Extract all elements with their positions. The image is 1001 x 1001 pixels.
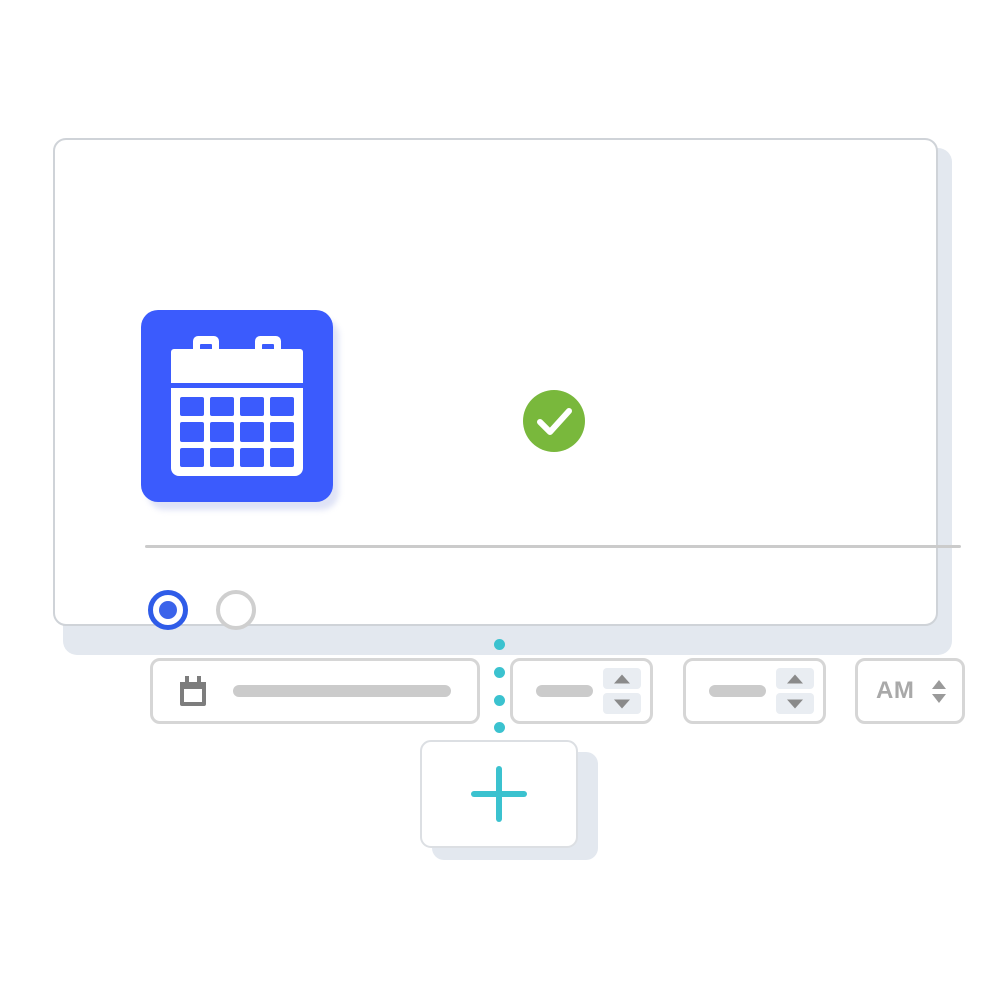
hour-placeholder [536, 685, 593, 697]
calendar-day-cell [210, 422, 234, 442]
plus-icon [471, 766, 527, 822]
calendar-glyph [171, 336, 303, 476]
calendar-day-cell [240, 422, 264, 442]
chevron-up-icon [614, 674, 630, 683]
increase-hour-button[interactable] [603, 668, 641, 689]
meridiem-select[interactable]: AM [855, 658, 965, 724]
calendar-day-cell [270, 397, 294, 417]
meridiem-spinner-icon[interactable] [932, 680, 946, 708]
calendar-header-bar [171, 349, 303, 383]
calendar-day-cell [240, 447, 264, 467]
calendar-day-cell [180, 447, 204, 467]
decrease-hour-button[interactable] [603, 693, 641, 714]
calendar-day-cell [210, 447, 234, 467]
calendar-day-cell [180, 422, 204, 442]
section-divider [145, 545, 961, 548]
calendar-day-cell [180, 397, 204, 417]
calendar-day-cell [270, 422, 294, 442]
connector-dot [494, 722, 505, 733]
calendar-icon[interactable] [141, 310, 333, 502]
screenshot-stage: AM [0, 0, 1001, 1001]
date-placeholder [233, 685, 451, 697]
schedule-card: AM [53, 138, 965, 724]
chevron-down-icon [787, 699, 803, 708]
minute-placeholder [709, 685, 766, 697]
radio-option-1[interactable] [148, 590, 188, 630]
date-input[interactable] [150, 658, 480, 724]
success-check-icon [523, 390, 585, 452]
calendar-day-cell [210, 397, 234, 417]
hour-stepper-buttons [603, 668, 641, 714]
add-card[interactable] [420, 740, 578, 848]
chevron-down-icon [614, 699, 630, 708]
calendar-day-cell [240, 397, 264, 417]
chevron-up-icon [787, 674, 803, 683]
increase-minute-button[interactable] [776, 668, 814, 689]
radio-option-2[interactable] [216, 590, 256, 630]
calendar-day-grid [171, 388, 303, 476]
hour-stepper[interactable] [510, 658, 653, 724]
calendar-glyph-icon [178, 676, 208, 708]
minute-stepper-buttons [776, 668, 814, 714]
calendar-day-cell [270, 447, 294, 467]
minute-stepper[interactable] [683, 658, 826, 724]
meridiem-value: AM [876, 677, 915, 704]
connector-dot [494, 695, 505, 706]
decrease-minute-button[interactable] [776, 693, 814, 714]
connector-dot [494, 667, 505, 678]
connector-dot [494, 639, 505, 650]
